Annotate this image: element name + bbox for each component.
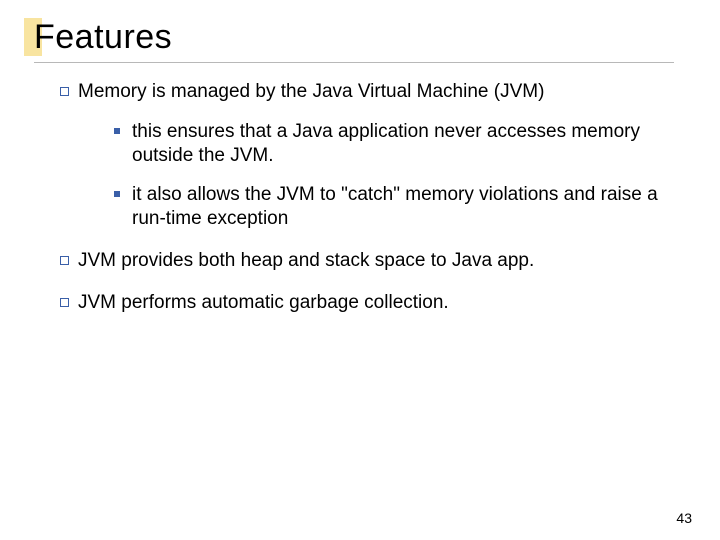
bullet-level1: JVM provides both heap and stack space t…	[60, 249, 680, 273]
bullet-text: this ensures that a Java application nev…	[132, 121, 640, 166]
bullet-text: it also allows the JVM to "catch" memory…	[132, 184, 658, 229]
title-underline	[34, 62, 674, 63]
bullet-level1: JVM performs automatic garbage collectio…	[60, 291, 680, 315]
bullet-text: JVM performs automatic garbage collectio…	[78, 292, 449, 313]
bullet-level2: this ensures that a Java application nev…	[114, 120, 680, 168]
bullet-text: JVM provides both heap and stack space t…	[78, 250, 534, 271]
page-number: 43	[676, 510, 692, 526]
bullet-text: Memory is managed by the Java Virtual Ma…	[78, 81, 544, 102]
hollow-square-icon	[60, 256, 69, 265]
bullet-level1: Memory is managed by the Java Virtual Ma…	[60, 80, 680, 231]
hollow-square-icon	[60, 298, 69, 307]
filled-square-icon	[114, 191, 120, 197]
bullet-level2: it also allows the JVM to "catch" memory…	[114, 183, 680, 231]
filled-square-icon	[114, 128, 120, 134]
slide-content: Memory is managed by the Java Virtual Ma…	[60, 80, 680, 332]
hollow-square-icon	[60, 87, 69, 96]
slide-title: Features	[34, 18, 172, 57]
